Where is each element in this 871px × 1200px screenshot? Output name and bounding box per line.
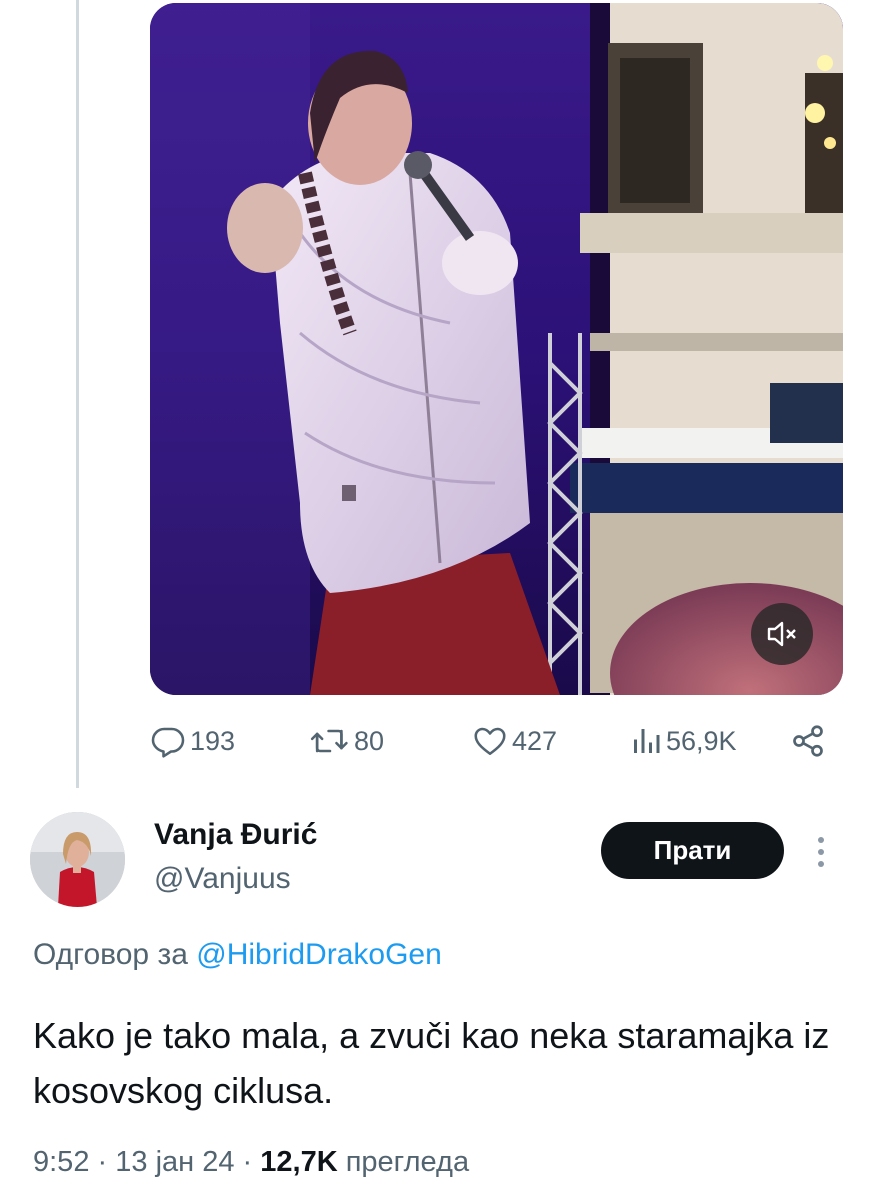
- follow-button[interactable]: Прати: [601, 822, 784, 879]
- retweet-button[interactable]: 80: [310, 718, 384, 764]
- video-frame: [150, 3, 843, 695]
- reply-count: 193: [190, 725, 236, 756]
- volume-muted-icon: [767, 621, 796, 647]
- reply-button[interactable]: 193: [150, 718, 235, 764]
- tweet-date[interactable]: 13 јан 24: [115, 1146, 234, 1178]
- share-icon: [793, 725, 823, 757]
- thread-connector-line: [76, 0, 79, 788]
- replying-to: Одговор за @HibridDrakoGen: [33, 938, 442, 972]
- meta-separator: ·: [97, 1146, 108, 1178]
- share-button[interactable]: [790, 718, 826, 764]
- views-count: 56,9K: [666, 725, 737, 756]
- more-vertical-icon: [818, 837, 824, 843]
- replying-to-label: Одговор за: [33, 938, 188, 971]
- author-handle[interactable]: @Vanjuus: [154, 862, 291, 896]
- tweet-time[interactable]: 9:52: [33, 1146, 89, 1178]
- more-dot: [818, 849, 824, 855]
- tweet-video[interactable]: [150, 3, 843, 695]
- reply-icon: [151, 727, 185, 758]
- tweet-views-label: прегледа: [345, 1146, 470, 1178]
- tweet-action-bar: 193 80 427 56,9K: [150, 718, 840, 764]
- tweet-metadata: 9:52 · 13 јан 24 · 12,7K прегледа: [33, 1146, 469, 1179]
- avatar[interactable]: [30, 812, 125, 907]
- tweet-thread: 193 80 427 56,9K Vanja Đurić @Vanjuus Пр…: [0, 0, 871, 1200]
- like-button[interactable]: 427: [472, 718, 557, 764]
- avatar-image: [30, 812, 125, 907]
- tweet-views-count: 12,7K: [260, 1146, 338, 1178]
- meta-separator: ·: [242, 1146, 253, 1178]
- views-button[interactable]: 56,9K: [630, 718, 737, 764]
- retweet-count: 80: [354, 725, 385, 756]
- replying-to-mention[interactable]: @HibridDrakoGen: [196, 938, 442, 971]
- mute-toggle-button[interactable]: [751, 603, 813, 665]
- tweet-text: Kako je tako mala, a zvuči kao neka star…: [33, 1015, 830, 1111]
- retweet-icon: [310, 729, 348, 753]
- like-count: 427: [512, 725, 558, 756]
- views-icon: [634, 729, 660, 753]
- like-icon: [474, 727, 506, 756]
- more-options-button[interactable]: [806, 830, 836, 874]
- more-dot: [818, 861, 824, 867]
- author-name[interactable]: Vanja Đurić: [154, 818, 317, 852]
